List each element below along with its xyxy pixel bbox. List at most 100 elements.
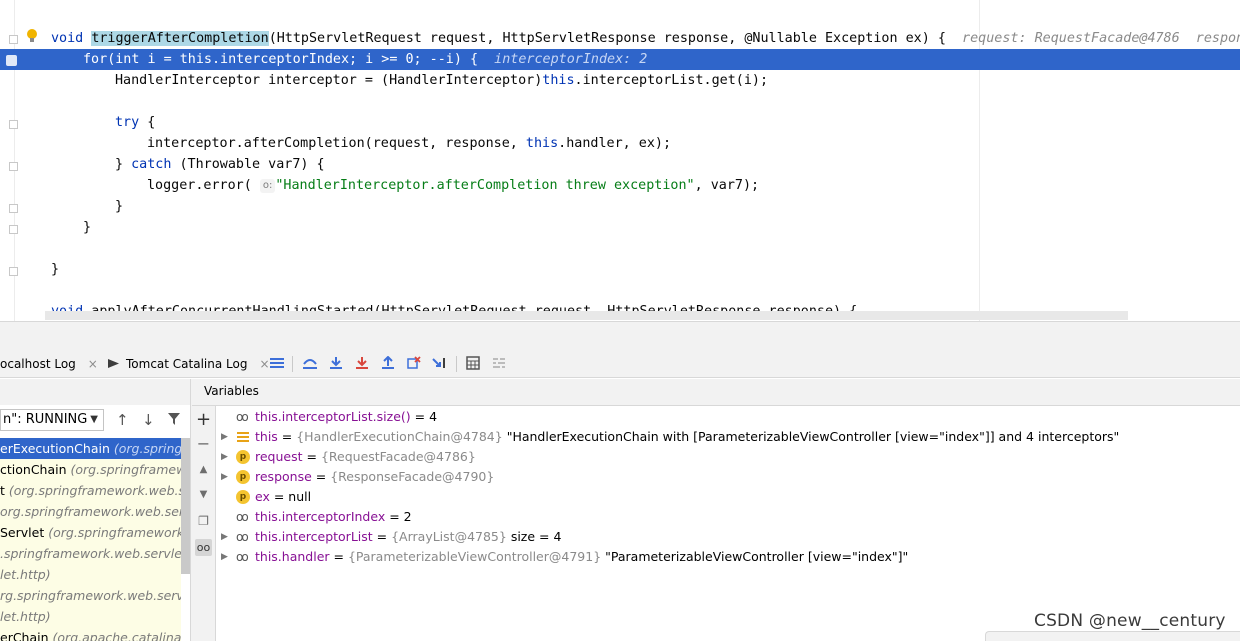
expand-arrow-icon[interactable]: ▶ [221,547,228,567]
thread-selector-value: n": RUNNING [3,412,88,427]
code-line: } catch (Throwable var7) { [0,154,1240,175]
tab-label: Tomcat Catalina Log [126,357,248,371]
keyword: try [115,115,140,130]
string-literal: "HandlerInterceptor.afterCompletion thre… [275,178,695,193]
variable-row[interactable]: ▶ oo this.handler = {ParameterizableViewCo… [217,547,1240,567]
close-icon[interactable]: × [88,357,98,371]
variable-row[interactable]: ▶ p response = {ResponseFacade@4790} [217,467,1240,487]
stack-frame[interactable]: t (org.springframework.web.serv [0,480,181,501]
frames-panel: n": RUNNING ▼ ↑ ↓ erExecutionChain (org.… [0,379,191,641]
code-text: } [83,220,92,235]
variable-type: {RequestFacade@4786} [320,449,476,464]
stack-frame[interactable]: .springframework.web.servlet) [0,543,181,564]
variable-name: this.handler [255,549,330,564]
frame-package: (org.springfran [113,441,181,456]
keyword: int [115,52,140,67]
keyword: for [83,52,108,67]
tab-localhost-log[interactable]: ocalhost Log × [0,354,98,374]
drop-frame-icon[interactable] [406,355,422,371]
frame-method: t [0,483,5,498]
expand-arrow-icon[interactable]: ▶ [221,467,228,487]
stack-frame[interactable]: ctionChain (org.springframework. [0,459,181,480]
step-over-icon[interactable] [302,355,318,371]
move-down-icon[interactable]: ▼ [195,486,212,503]
expand-arrow-icon[interactable]: ▶ [221,527,228,547]
stack-frame[interactable]: Servlet (org.springframework.web.servle [0,522,181,543]
variable-type: {ResponseFacade@4790} [330,469,495,484]
code-text: } [115,157,132,172]
trace-stream-icon[interactable] [491,355,507,371]
frame-list: erExecutionChain (org.springfranctionCha… [0,438,181,641]
frame-package: .springframework.web.servlet) [0,546,181,561]
variable-value: 2 [403,509,412,524]
variable-row[interactable]: ▶ this = {HandlerExecutionChain@4784} "Ha… [217,427,1240,447]
code-line: void triggerAfterCompletion(HttpServletR… [0,28,1240,49]
tab-tomcat-catalina-log[interactable]: Tomcat Catalina Log × [108,354,270,374]
tab-label: ocalhost Log [0,357,76,371]
status-popup-edge [985,631,1240,641]
variable-type: {HandlerExecutionChain@4784} [296,429,503,444]
frames-menu-icon[interactable] [269,355,285,371]
stack-frame[interactable]: let.http) [0,564,181,585]
horizontal-scrollbar[interactable] [45,311,1128,320]
parameter-icon: p [236,490,250,504]
code-line: } [0,196,1240,217]
move-up-icon[interactable]: ▲ [195,461,212,478]
stack-frame[interactable]: let.http) [0,606,181,627]
keyword: void [51,31,84,46]
arrow-up-icon[interactable]: ↑ [116,412,129,428]
expand-arrow-icon[interactable]: ▶ [221,427,228,447]
expand-arrow-icon[interactable]: ▶ [221,447,228,467]
force-step-into-icon[interactable] [354,355,370,371]
variable-row[interactable]: p ex = null [217,487,1240,507]
stack-frame[interactable]: erExecutionChain (org.springfran [0,438,181,459]
variable-value: 4 [429,409,438,424]
variable-name: response [255,469,312,484]
method-name: triggerAfterCompletion [91,31,269,46]
run-to-cursor-icon[interactable] [432,355,448,371]
code-editor[interactable]: void triggerAfterCompletion(HttpServletR… [0,0,1240,321]
debug-tabs-bar: ocalhost Log × Tomcat Catalina Log × [0,321,1240,378]
parameter-icon: p [236,450,250,464]
variable-name: ex [255,489,270,504]
thread-selector[interactable]: n": RUNNING ▼ [0,409,104,431]
add-watch-icon[interactable]: + [195,411,212,429]
code-line: } [0,217,1240,238]
variable-name: this.interceptorList [255,529,373,544]
watermark: CSDN @new__century [1034,611,1226,631]
code-line: try { [0,112,1240,133]
step-into-icon[interactable] [328,355,344,371]
stack-frame[interactable]: rg.springframework.web.servlet) [0,585,181,606]
variable-row[interactable]: oo this.interceptorIndex = 2 [217,507,1240,527]
frames-header [0,379,190,405]
evaluate-expression-icon[interactable] [465,355,481,371]
variable-row[interactable]: ▶ oo this.interceptorList = {ArrayList@478… [217,527,1240,547]
stack-frame[interactable]: erChain (org.apache.catalina.cor [0,627,181,641]
variable-equals: = [329,549,348,564]
frame-method: erExecutionChain [0,441,110,456]
variable-row[interactable]: oo this.interceptorList.size() = 4 [217,407,1240,427]
variable-value: size = 4 [506,529,562,544]
filter-icon[interactable] [167,412,181,429]
code-text: .interceptorList.get(i); [574,73,769,88]
frame-package: rg.springframework.web.servlet) [0,588,181,603]
code-text: interceptor.afterCompletion(request, res… [147,136,526,151]
remove-watch-icon[interactable]: − [195,435,212,452]
frames-scrollbar[interactable] [181,438,190,574]
stack-frame[interactable]: org.springframework.web.servlet) [0,501,181,522]
variable-type: {ArrayList@4785} [391,529,507,544]
frame-package: let.http) [0,609,51,624]
frame-method: Servlet [0,525,45,540]
code-text: i = this.interceptorIndex; i >= 0; --i) … [139,52,479,67]
keyword: this [542,73,575,88]
step-out-icon[interactable] [380,355,396,371]
frame-package: (org.apache.catalina.cor [52,630,181,641]
execution-point-line: for(int i = this.interceptorIndex; i >= … [0,49,1240,70]
copy-icon[interactable]: ❐ [195,513,212,530]
arrow-down-icon[interactable]: ↓ [142,412,155,428]
code-text: HandlerInterceptor interceptor = (Handle… [115,73,543,88]
show-watches-icon[interactable]: oo [195,539,212,556]
variable-row[interactable]: ▶ p request = {RequestFacade@4786} [217,447,1240,467]
console-icon [108,359,119,368]
variable-name: this [255,429,278,444]
